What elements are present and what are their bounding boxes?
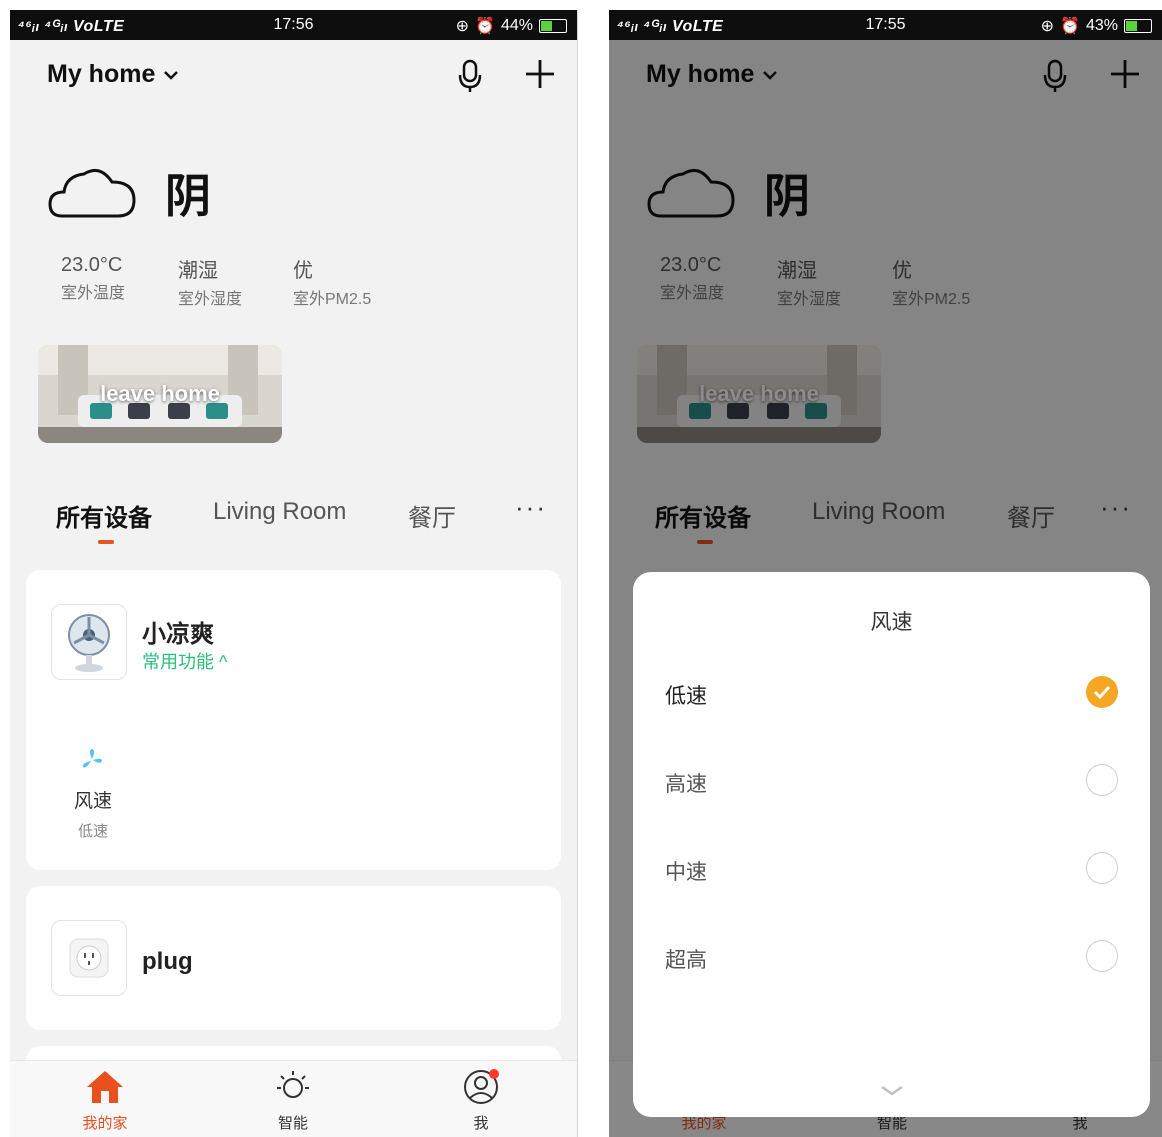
status-right: ⊕ ⏰ 43%	[1041, 16, 1152, 36]
device-card-plug[interactable]: plug	[26, 886, 561, 1030]
battery-percent: 43%	[1085, 17, 1118, 34]
cloud-icon	[48, 168, 136, 218]
radio-empty-icon	[1086, 940, 1118, 972]
option-label: 低速	[665, 685, 707, 708]
battery-icon	[1124, 19, 1152, 33]
option-super-high-speed[interactable]: 超高	[665, 938, 1118, 978]
chevron-down-icon	[164, 70, 179, 80]
active-tab-indicator	[98, 540, 114, 544]
option-label: 中速	[665, 861, 707, 884]
option-low-speed[interactable]: 低速	[665, 674, 1118, 714]
scene-card[interactable]: leave home	[38, 345, 282, 443]
header: My home	[10, 40, 577, 110]
metric-value: 潮湿	[178, 260, 218, 282]
home-screen: ⁴⁶ᵢₗ ⁴ᴳᵢₗ VoLTE 17:56 ⊕ ⏰ 44% My home 阴 …	[10, 10, 578, 1137]
nav-label: 我	[473, 1115, 489, 1132]
room-tabs: 所有设备 Living Room 餐厅 ···	[10, 492, 577, 548]
nav-me[interactable]: 我	[436, 1069, 526, 1133]
sheet-title: 风速	[870, 611, 913, 634]
radio-empty-icon	[1086, 852, 1118, 884]
weather-condition: 阴	[165, 170, 211, 222]
device-card-fan[interactable]: 小凉爽 常用功能 ^ 风速 低速	[26, 570, 561, 870]
device-name: 小凉爽	[142, 621, 214, 648]
home-icon	[87, 1071, 123, 1103]
metric-label: 室外温度	[61, 285, 126, 302]
check-icon	[1086, 676, 1118, 708]
bottom-nav: 我的家 智能 我	[10, 1060, 577, 1137]
battery-percent: 44%	[500, 17, 533, 34]
scene-label: leave home	[100, 381, 220, 406]
sun-icon	[277, 1071, 309, 1098]
fan-speed-screen: ⁴⁶ᵢₗ ⁴ᴳᵢₗ VoLTE 17:55 ⊕ ⏰ 43% My home 阴 …	[609, 10, 1162, 1137]
tab-dining-room[interactable]: 餐厅	[408, 498, 456, 533]
add-icon[interactable]	[523, 57, 557, 91]
function-label: 风速	[74, 791, 113, 812]
metric-temperature: 23.0°C 室外温度	[61, 254, 125, 303]
home-selector[interactable]: My home	[47, 60, 179, 89]
function-value: 低速	[78, 823, 109, 840]
status-bar: ⁴⁶ᵢₗ ⁴ᴳᵢₗ VoLTE 17:55 ⊕ ⏰ 43%	[609, 10, 1162, 40]
alarm-icon: ⏰	[1060, 18, 1080, 35]
tab-living-room[interactable]: Living Room	[213, 498, 346, 526]
chevron-down-icon	[880, 1085, 903, 1096]
plug-device-icon	[51, 920, 127, 996]
tab-all-devices[interactable]: 所有设备	[56, 498, 152, 533]
metric-label: 室外湿度	[178, 291, 243, 308]
metric-humidity: 潮湿 室外湿度	[178, 254, 242, 309]
radio-empty-icon	[1086, 764, 1118, 796]
option-medium-speed[interactable]: 中速	[665, 850, 1118, 890]
sheet-close[interactable]	[633, 1084, 1150, 1103]
metric-pm25: 优 室外PM2.5	[293, 254, 371, 309]
microphone-icon[interactable]	[455, 58, 485, 94]
nav-smart[interactable]: 智能	[248, 1069, 338, 1133]
more-icon[interactable]: ···	[515, 492, 547, 523]
fan-device-icon	[51, 604, 127, 680]
metric-value: 优	[293, 260, 313, 282]
quick-functions-toggle[interactable]: 常用功能 ^	[142, 648, 227, 674]
option-label: 超高	[665, 949, 707, 972]
option-label: 高速	[665, 773, 707, 796]
metric-value: 23.0°C	[61, 254, 123, 276]
home-title: My home	[47, 60, 156, 88]
lock-rotation-icon: ⊕	[1040, 18, 1055, 35]
option-high-speed[interactable]: 高速	[665, 762, 1118, 802]
status-bar: ⁴⁶ᵢₗ ⁴ᴳᵢₗ VoLTE 17:56 ⊕ ⏰ 44%	[10, 10, 577, 40]
fan-speed-sheet: 风速 低速 高速 中速 超高	[633, 572, 1150, 1117]
fan-speed-icon[interactable]	[78, 746, 106, 774]
nav-label: 智能	[277, 1115, 308, 1132]
metric-label: 室外PM2.5	[293, 291, 372, 308]
nav-my-home[interactable]: 我的家	[60, 1069, 150, 1133]
battery-icon	[539, 19, 567, 33]
nav-label: 我的家	[82, 1115, 128, 1132]
device-name: plug	[142, 948, 193, 975]
alarm-icon: ⏰	[475, 18, 495, 35]
lock-rotation-icon: ⊕	[455, 18, 470, 35]
status-right: ⊕ ⏰ 44%	[456, 16, 567, 36]
profile-icon	[464, 1069, 499, 1104]
